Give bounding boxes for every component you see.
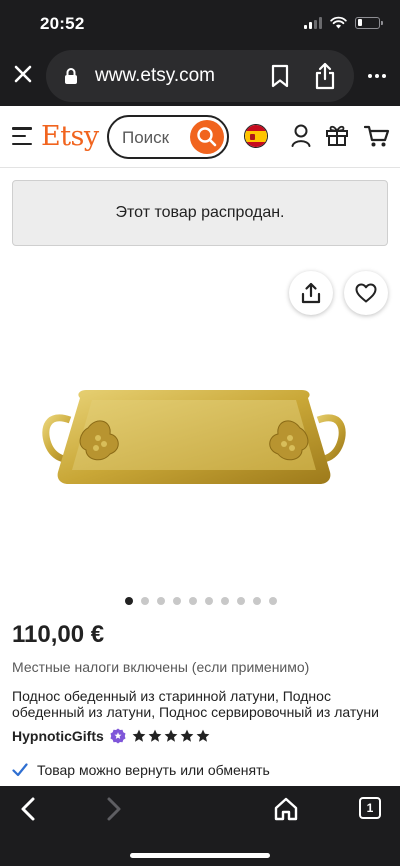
- returns-text: Товар можно вернуть или обменять: [37, 762, 270, 778]
- cart-icon[interactable]: [364, 124, 390, 148]
- etsy-logo[interactable]: Etsy: [41, 121, 99, 152]
- product-title: Поднос обеденный из старинной латуни, По…: [12, 688, 379, 720]
- share-icon[interactable]: [314, 62, 336, 90]
- star-icon: [132, 729, 146, 742]
- gallery-dot[interactable]: [205, 597, 213, 605]
- signal-icon: [304, 16, 322, 29]
- status-time: 20:52: [40, 14, 85, 33]
- gift-icon[interactable]: [325, 123, 349, 147]
- menu-icon[interactable]: [12, 127, 32, 145]
- star-icon: [148, 729, 162, 742]
- search-icon: [197, 127, 217, 147]
- gallery-dot[interactable]: [141, 597, 149, 605]
- search-button[interactable]: [190, 120, 224, 154]
- gallery-dot[interactable]: [125, 597, 133, 605]
- share-listing-button[interactable]: [289, 271, 333, 315]
- star-icon: [196, 729, 210, 742]
- search-input[interactable]: Поиск: [107, 115, 229, 159]
- star-seller-badge-icon: [110, 728, 126, 744]
- sold-out-banner: Этот товар распродан.: [12, 180, 388, 246]
- returns-note: Товар можно вернуть или обменять: [12, 762, 270, 778]
- gallery-dot[interactable]: [253, 597, 261, 605]
- shop-name[interactable]: HypnoticGifts: [12, 728, 104, 744]
- more-icon[interactable]: [368, 74, 386, 78]
- star-icon: [180, 729, 194, 742]
- tabs-button[interactable]: 1: [359, 797, 381, 819]
- gallery-dot[interactable]: [269, 597, 277, 605]
- shop-row[interactable]: HypnoticGifts: [12, 728, 210, 744]
- product-gallery[interactable]: [0, 262, 400, 590]
- gallery-dot[interactable]: [189, 597, 197, 605]
- wifi-icon: [330, 16, 347, 29]
- battery-icon: [355, 16, 383, 29]
- user-icon[interactable]: [291, 124, 311, 148]
- url-text: www.etsy.com: [95, 65, 216, 86]
- gallery-pagination[interactable]: [0, 597, 400, 605]
- spain-flag-icon[interactable]: [244, 124, 268, 148]
- favorite-button[interactable]: [344, 271, 388, 315]
- lock-icon: [65, 68, 77, 84]
- status-icons: [304, 16, 383, 29]
- forward-icon[interactable]: [104, 796, 124, 822]
- rating-stars[interactable]: [132, 729, 210, 743]
- gallery-dot[interactable]: [221, 597, 229, 605]
- check-icon: [12, 763, 28, 777]
- browser-chrome: 20:52 www.etsy.com: [0, 0, 400, 106]
- star-icon: [164, 729, 178, 742]
- home-icon[interactable]: [273, 796, 299, 822]
- heart-icon: [355, 283, 377, 303]
- price: 110,00 €: [12, 621, 105, 648]
- home-indicator: [130, 853, 270, 858]
- browser-toolbar: 1: [0, 786, 400, 866]
- tax-note: Местные налоги включены (если применимо): [12, 659, 310, 675]
- search-placeholder: Поиск: [122, 128, 170, 147]
- back-icon[interactable]: [18, 796, 38, 822]
- product-image: [42, 390, 346, 484]
- url-bar[interactable]: www.etsy.com: [46, 50, 354, 102]
- gallery-dot[interactable]: [157, 597, 165, 605]
- gallery-dot[interactable]: [173, 597, 181, 605]
- bookmark-icon[interactable]: [270, 64, 290, 88]
- gallery-dot[interactable]: [237, 597, 245, 605]
- close-icon[interactable]: [12, 63, 34, 85]
- share-icon: [301, 282, 321, 304]
